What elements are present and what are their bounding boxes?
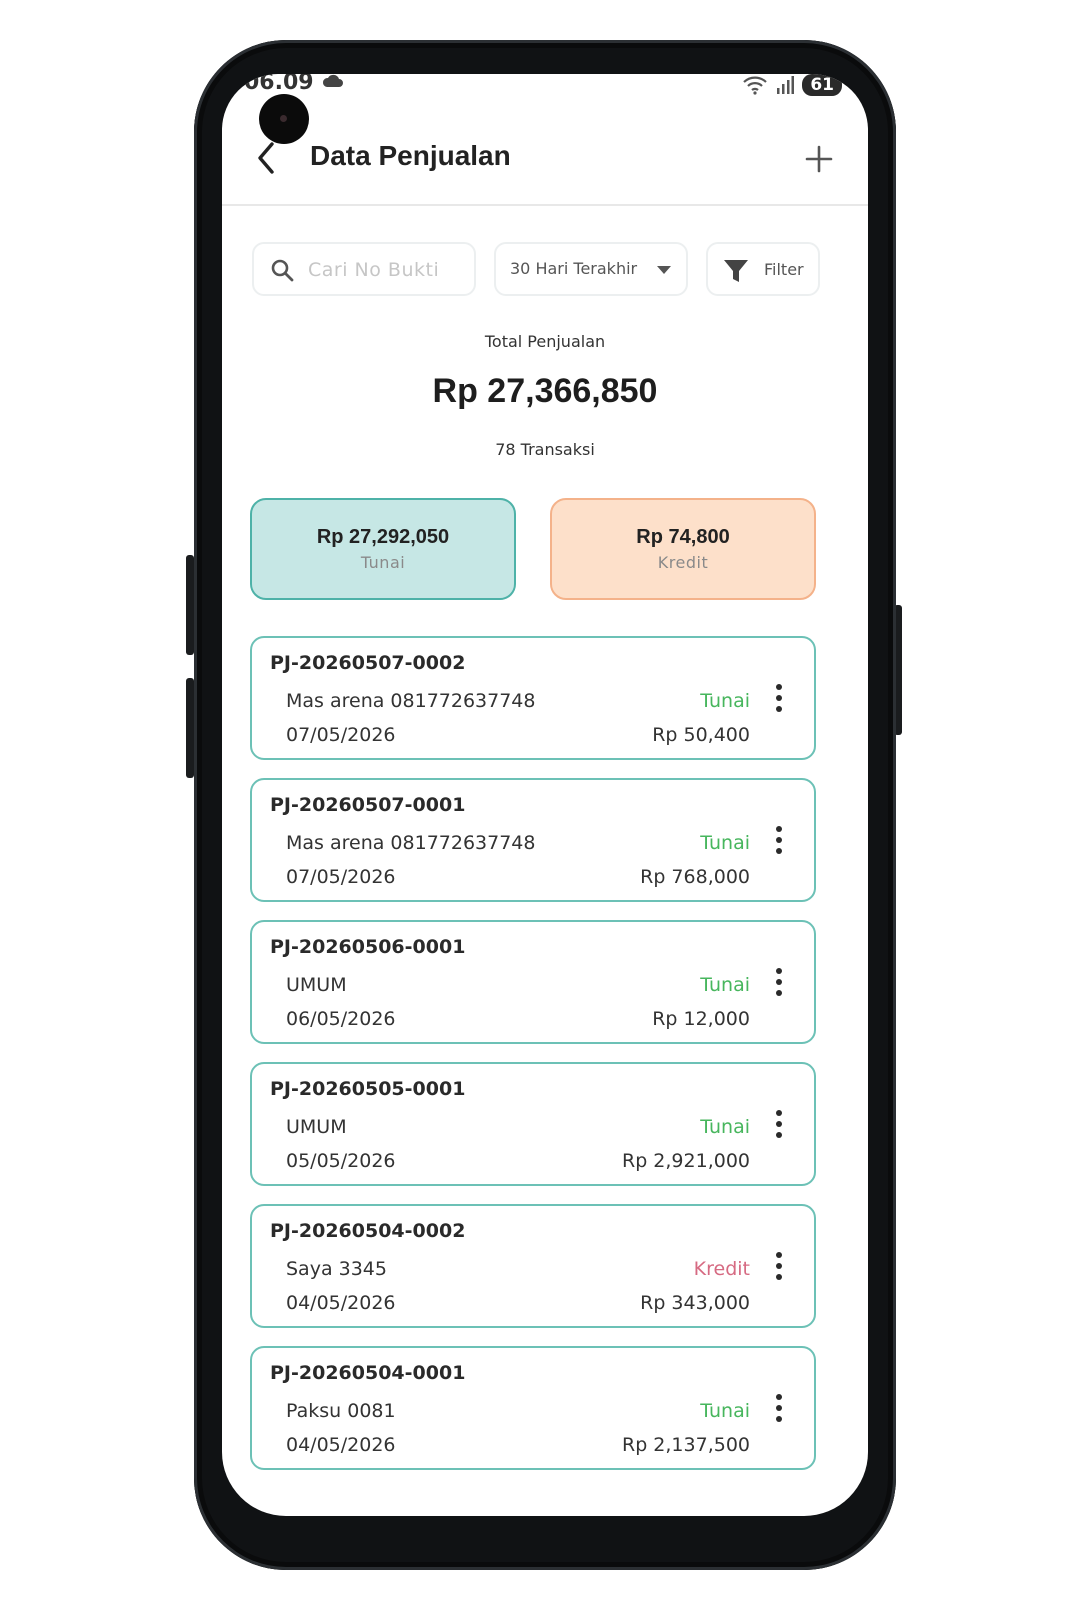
transaction-number: PJ-20260507-0001: [270, 794, 466, 816]
more-vertical-icon[interactable]: [774, 968, 784, 1000]
more-vertical-icon[interactable]: [774, 826, 784, 858]
period-selected-value: 30 Hari Terakhir: [510, 259, 638, 278]
page-title: Data Penjualan: [310, 140, 511, 171]
volume-down-button: [186, 678, 194, 778]
transaction-customer: Paksu 0081: [286, 1400, 396, 1422]
app-bar: Data Penjualan: [222, 126, 868, 206]
credit-summary-card[interactable]: Rp 74,800 Kredit: [550, 498, 816, 600]
transaction-number: PJ-20260506-0001: [270, 936, 466, 958]
transaction-amount: Rp 50,400: [652, 724, 750, 746]
search-box[interactable]: [252, 242, 476, 296]
filter-button[interactable]: Filter: [706, 242, 820, 296]
transaction-number: PJ-20260507-0002: [270, 652, 466, 674]
transaction-date: 05/05/2026: [286, 1150, 396, 1172]
transaction-date: 07/05/2026: [286, 724, 396, 746]
status-bar: 06.09 61: [222, 74, 868, 104]
transaction-card[interactable]: PJ-20260507-0001 Mas arena 081772637748 …: [250, 778, 816, 902]
transaction-date: 04/05/2026: [286, 1434, 396, 1456]
status-time: 06.09: [244, 74, 314, 95]
cash-summary-card[interactable]: Rp 27,292,050 Tunai: [250, 498, 516, 600]
transaction-card[interactable]: PJ-20260506-0001 UMUM 06/05/2026 Tunai R…: [250, 920, 816, 1044]
search-icon: [271, 259, 294, 282]
transaction-customer: UMUM: [286, 1116, 347, 1138]
transaction-card[interactable]: PJ-20260504-0001 Paksu 0081 04/05/2026 T…: [250, 1346, 816, 1470]
caret-down-icon: [657, 266, 671, 274]
more-vertical-icon[interactable]: [774, 1110, 784, 1142]
period-dropdown[interactable]: 30 Hari Terakhir: [494, 242, 688, 296]
transaction-customer: Mas arena 081772637748: [286, 690, 536, 712]
status-icons: 61: [742, 74, 842, 96]
wifi-icon: [743, 76, 768, 95]
transaction-amount: Rp 343,000: [640, 1292, 750, 1314]
transaction-method: Kredit: [693, 1258, 750, 1280]
transaction-customer: Mas arena 081772637748: [286, 832, 536, 854]
transaction-list: PJ-20260507-0002 Mas arena 081772637748 …: [250, 636, 816, 1488]
transaction-method: Tunai: [700, 832, 750, 854]
transaction-card[interactable]: PJ-20260507-0002 Mas arena 081772637748 …: [250, 636, 816, 760]
cloud-icon: [322, 74, 343, 87]
total-sales-label: Total Penjualan: [484, 332, 606, 351]
cash-label: Tunai: [360, 553, 406, 572]
transaction-date: 06/05/2026: [286, 1008, 396, 1030]
transaction-method: Tunai: [700, 974, 750, 996]
front-camera: [259, 94, 309, 144]
transaction-number: PJ-20260505-0001: [270, 1078, 466, 1100]
battery-indicator: 61: [802, 74, 842, 96]
transaction-card[interactable]: PJ-20260504-0002 Saya 3345 04/05/2026 Kr…: [250, 1204, 816, 1328]
transaction-number: PJ-20260504-0002: [270, 1220, 466, 1242]
back-arrow-icon[interactable]: [252, 140, 280, 176]
more-vertical-icon[interactable]: [774, 1252, 784, 1284]
transaction-number: PJ-20260504-0001: [270, 1362, 466, 1384]
credit-amount: Rp 74,800: [636, 526, 730, 548]
filter-label: Filter: [764, 260, 804, 279]
signal-icon: [777, 76, 795, 94]
transaction-card[interactable]: PJ-20260505-0001 UMUM 05/05/2026 Tunai R…: [250, 1062, 816, 1186]
filter-toolbar: 30 Hari Terakhir Filter: [252, 242, 822, 296]
transaction-method: Tunai: [700, 1116, 750, 1138]
transaction-amount: Rp 12,000: [652, 1008, 750, 1030]
more-vertical-icon[interactable]: [774, 1394, 784, 1426]
transaction-amount: Rp 2,137,500: [622, 1434, 750, 1456]
transaction-amount: Rp 768,000: [640, 866, 750, 888]
transaction-count: 78 Transaksi: [495, 440, 595, 459]
transaction-amount: Rp 2,921,000: [622, 1150, 750, 1172]
screen: 06.09 61 Data Penjualan Cari No Bukti 30…: [222, 74, 868, 1516]
cash-amount: Rp 27,292,050: [316, 526, 450, 548]
transaction-method: Tunai: [700, 690, 750, 712]
transaction-date: 04/05/2026: [286, 1292, 396, 1314]
transaction-method: Tunai: [700, 1400, 750, 1422]
more-vertical-icon[interactable]: [774, 684, 784, 716]
filter-funnel-icon: [724, 260, 748, 282]
transaction-date: 07/05/2026: [286, 866, 396, 888]
plus-icon[interactable]: [804, 144, 834, 174]
search-input[interactable]: [308, 256, 468, 284]
total-sales-amount: Rp 27,366,850: [432, 372, 658, 410]
volume-up-button: [186, 555, 194, 655]
transaction-customer: Saya 3345: [286, 1258, 387, 1280]
transaction-customer: UMUM: [286, 974, 347, 996]
credit-label: Kredit: [657, 553, 709, 572]
